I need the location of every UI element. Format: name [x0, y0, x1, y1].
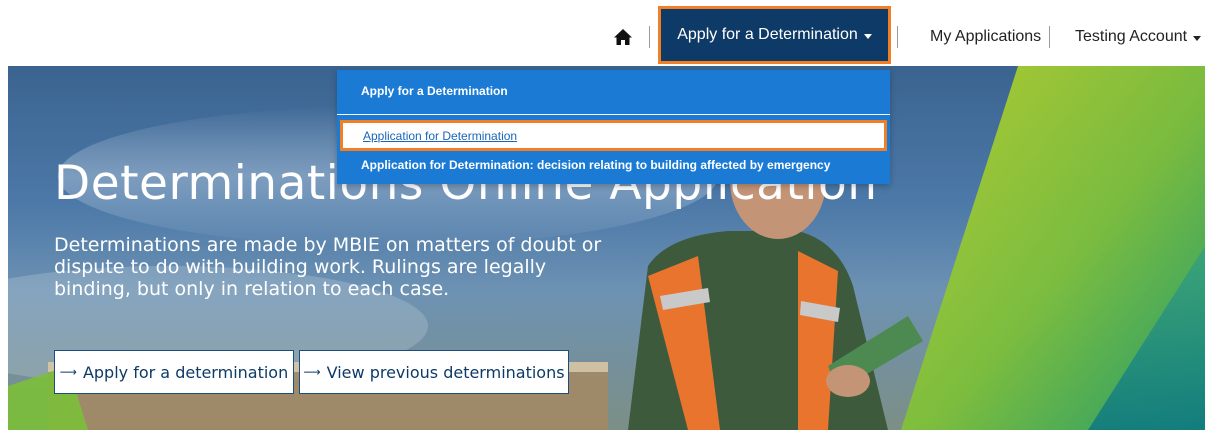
arrow-right-icon: ⟶ — [59, 365, 77, 379]
apply-for-determination-menu[interactable]: Apply for a Determination — [658, 6, 891, 64]
home-icon[interactable] — [612, 26, 634, 48]
caret-down-icon — [863, 33, 872, 39]
menu-item-application-for-determination[interactable]: Application for Determination — [340, 120, 887, 151]
nav-separator — [897, 26, 898, 48]
menu-item-application-emergency[interactable]: Application for Determination: decision … — [337, 155, 890, 175]
top-navigation: Apply for a Determination My Application… — [0, 0, 1205, 66]
arrow-right-icon: ⟶ — [303, 365, 321, 379]
dropdown-header[interactable]: Apply for a Determination — [337, 70, 890, 112]
apply-for-determination-button[interactable]: ⟶ Apply for a determination — [54, 350, 294, 394]
account-label: Testing Account — [1075, 28, 1188, 45]
nav-separator — [649, 26, 650, 48]
view-button-label: View previous determinations — [326, 362, 565, 382]
hero-description: Determinations are made by MBIE on matte… — [54, 234, 602, 300]
my-applications-link[interactable]: My Applications — [930, 26, 1041, 48]
dropdown-divider — [337, 114, 890, 115]
apply-dropdown-menu: Apply for a Determination Application fo… — [337, 70, 890, 184]
caret-down-icon — [1193, 35, 1202, 41]
apply-button-label: Apply for a determination — [82, 362, 289, 382]
apply-menu-label: Apply for a Determination — [677, 26, 858, 43]
nav-separator — [1049, 26, 1050, 48]
account-menu[interactable]: Testing Account — [1075, 26, 1202, 48]
view-previous-determinations-button[interactable]: ⟶ View previous determinations — [299, 350, 569, 394]
